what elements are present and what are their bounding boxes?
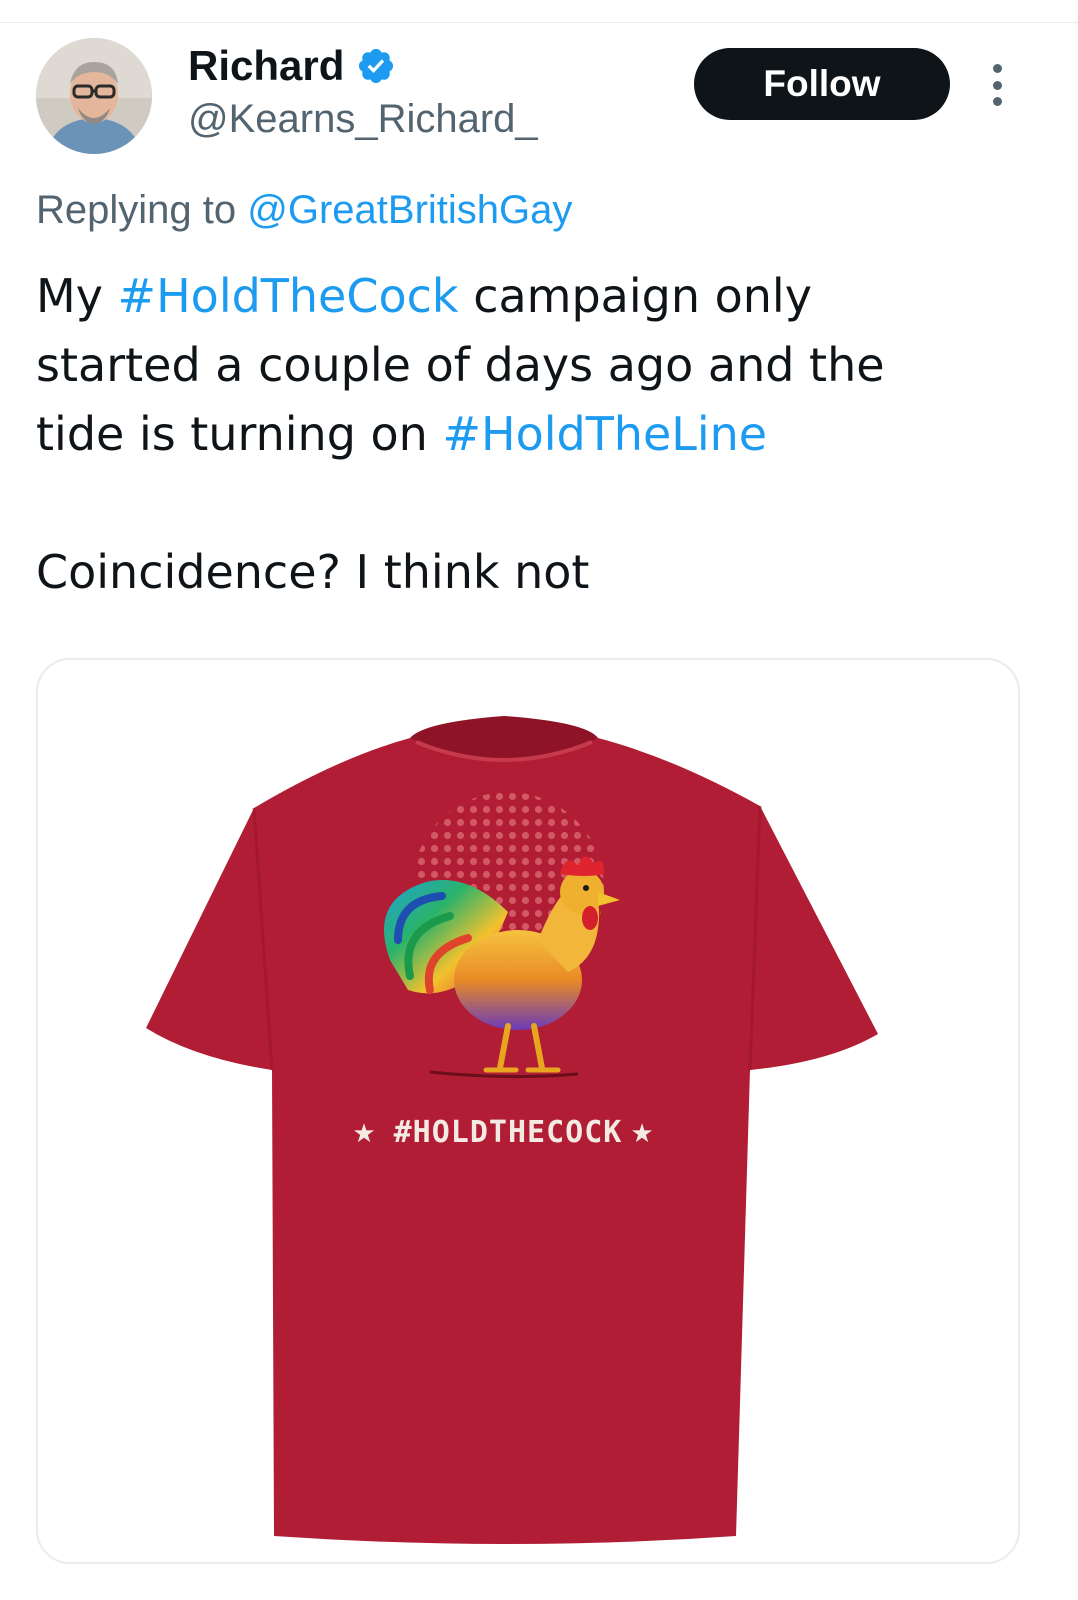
tweet-text: My #HoldTheCock campaign only started a … bbox=[36, 262, 1046, 607]
avatar[interactable] bbox=[36, 38, 152, 154]
more-dot bbox=[992, 64, 1002, 73]
tweet-line: My #HoldTheCock campaign only bbox=[36, 262, 1046, 331]
more-dot bbox=[992, 80, 1002, 90]
tweet-media-image[interactable]: #HOLDTHECOCK ★ ★ bbox=[36, 658, 1020, 1564]
replying-to: Replying to @GreatBritishGay bbox=[36, 184, 572, 236]
author-name-row: Richard bbox=[188, 40, 396, 92]
hashtag-link[interactable]: #HoldTheLine bbox=[442, 407, 767, 461]
hashtag-link[interactable]: #HoldTheCock bbox=[118, 269, 459, 323]
star-icon: ★ bbox=[352, 1119, 375, 1149]
tweet-line: Coincidence? I think not bbox=[36, 545, 590, 599]
follow-button[interactable]: Follow bbox=[694, 48, 950, 120]
top-divider bbox=[0, 22, 1078, 23]
tweet-text-segment: tide is turning on bbox=[36, 407, 428, 461]
more-vertical-icon[interactable] bbox=[980, 60, 1014, 110]
verified-badge-icon bbox=[356, 46, 396, 86]
author-display-name[interactable]: Richard bbox=[188, 40, 344, 92]
star-icon: ★ bbox=[630, 1119, 653, 1149]
shirt-slogan: #HOLDTHECOCK bbox=[394, 1115, 623, 1150]
tweet-text-segment: campaign only bbox=[473, 269, 812, 323]
tweet-line: tide is turning on #HoldTheLine bbox=[36, 400, 1046, 469]
author-handle[interactable]: @Kearns_Richard_ bbox=[188, 94, 538, 144]
reply-to-handle-link[interactable]: @GreatBritishGay bbox=[247, 188, 572, 232]
tweet-text-segment: My bbox=[36, 269, 103, 323]
tweet-line: started a couple of days ago and the bbox=[36, 338, 885, 392]
replying-to-label: Replying to bbox=[36, 188, 237, 232]
more-dot bbox=[992, 97, 1002, 106]
